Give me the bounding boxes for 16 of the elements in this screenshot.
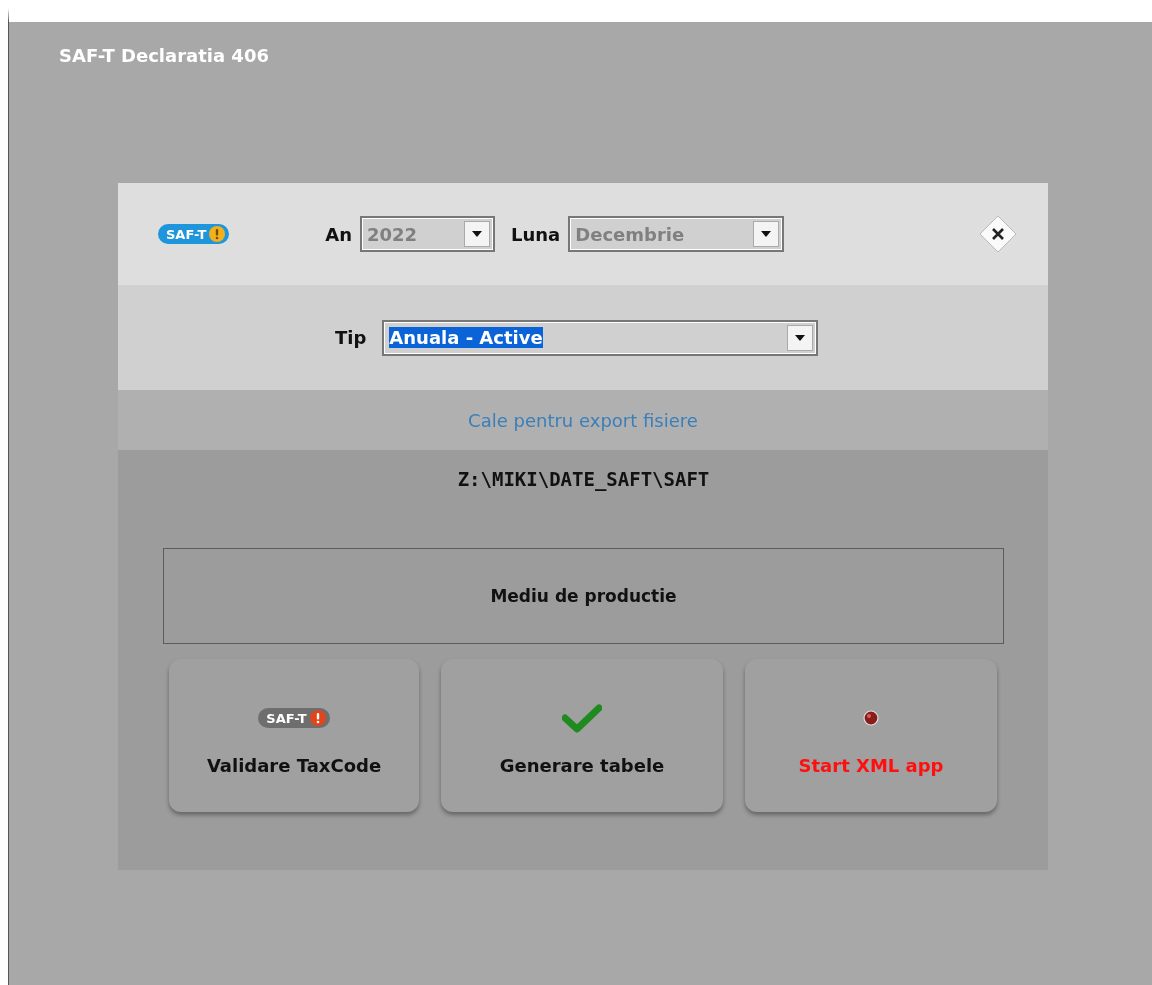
saf-t-logo: SAF-T [158,224,230,244]
close-button[interactable] [978,214,1018,254]
export-path-link[interactable]: Cale pentru export fisiere [468,409,698,431]
saf-t-logo: SAF-T [258,708,330,728]
window-title: SAF-T Declaratia 406 [59,45,270,68]
field-label: Luna [511,223,561,245]
action-button[interactable]: SAF-T Validare TaxCode [169,659,419,812]
checkmark-icon [562,703,602,733]
field-label: Tip [335,327,367,348]
action-button[interactable]: Generare tabele [441,659,723,812]
led-icon [863,710,879,726]
environment-box: Mediu de productie [163,548,1004,644]
action-button[interactable]: Start XML app [745,659,997,812]
export-path: Z:\MIKI\DATE_SAFT\SAFT [456,468,711,490]
dropdown-field[interactable]: Anuala - Active [382,319,819,356]
field-label: An [325,223,352,245]
